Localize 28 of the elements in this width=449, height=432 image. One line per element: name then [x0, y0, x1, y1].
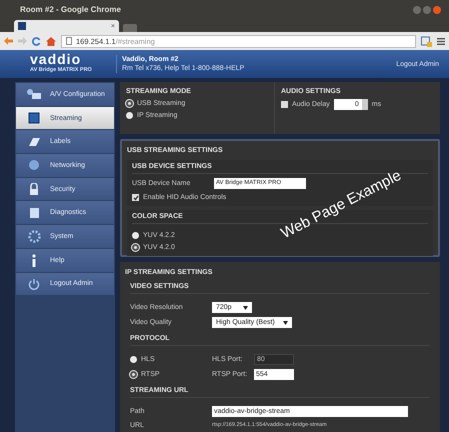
reload-icon[interactable]	[32, 36, 41, 46]
page-icon	[66, 37, 72, 45]
checkbox[interactable]	[281, 101, 288, 108]
back-icon[interactable]	[4, 37, 13, 45]
radio-button[interactable]	[132, 232, 139, 239]
window-title: Room #2 - Google Chrome	[20, 5, 121, 14]
check-icon	[132, 194, 138, 200]
close-button[interactable]	[433, 6, 441, 14]
radio-button[interactable]	[126, 100, 133, 107]
checkbox[interactable]	[132, 194, 139, 201]
favicon-icon	[18, 22, 26, 30]
padlock-icon	[29, 182, 39, 196]
radio-button[interactable]	[130, 371, 137, 378]
power-icon	[28, 278, 40, 290]
caret-icon	[283, 320, 288, 324]
maximize-button[interactable]	[423, 6, 431, 14]
radio-button[interactable]	[126, 112, 133, 119]
tag-icon	[27, 136, 41, 148]
gear-icon	[28, 230, 40, 243]
minimize-button[interactable]	[413, 6, 421, 14]
logo: vaddio	[30, 53, 82, 66]
radio-button[interactable]	[132, 244, 139, 251]
menu-icon[interactable]	[437, 38, 445, 44]
caret-icon	[243, 306, 248, 310]
info-icon	[31, 254, 37, 267]
radio-button[interactable]	[130, 356, 137, 363]
extension-icon[interactable]	[421, 36, 432, 46]
home-icon[interactable]	[46, 36, 56, 46]
